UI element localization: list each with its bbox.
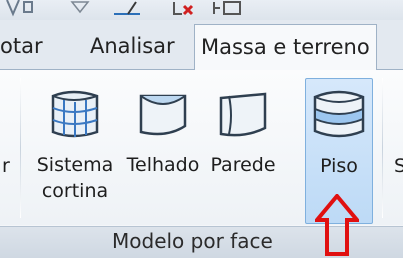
- red-up-arrow-icon: [315, 194, 359, 256]
- dimension-icon[interactable]: [108, 0, 148, 20]
- panel-title: Modelo por face: [112, 229, 273, 253]
- wall-button[interactable]: Parede: [204, 78, 282, 178]
- tab-anotar[interactable]: otar: [0, 24, 43, 68]
- wall-icon: [219, 92, 267, 137]
- delete-icon[interactable]: [170, 0, 204, 20]
- tab-massa-e-terreno[interactable]: Massa e terreno: [194, 24, 377, 71]
- window-icon[interactable]: [208, 0, 248, 20]
- curtain-system-icon: [51, 90, 99, 138]
- filter-icon[interactable]: [68, 0, 98, 20]
- tab-analisar[interactable]: Analisar: [90, 24, 175, 68]
- curtain-system-button[interactable]: Sistema cortina: [30, 78, 120, 204]
- roof-button[interactable]: Telhado: [122, 78, 204, 178]
- panel-separator: [382, 78, 383, 218]
- roof-label: Telhado: [126, 154, 200, 176]
- toolbar-tool-icon[interactable]: [4, 0, 34, 20]
- wall-label: Parede: [210, 154, 276, 176]
- roof-icon: [139, 94, 187, 136]
- left-panel-fragment: r: [2, 155, 10, 177]
- floor-icon: [313, 90, 365, 138]
- right-panel-fragment: S: [394, 155, 403, 177]
- curtain-system-label: Sistema cortina: [36, 154, 114, 202]
- panel-separator: [20, 78, 21, 218]
- quick-access-toolbar: [0, 0, 403, 20]
- ribbon-tab-strip: otar Analisar Massa e terreno: [0, 20, 403, 71]
- floor-label: Piso: [320, 155, 358, 177]
